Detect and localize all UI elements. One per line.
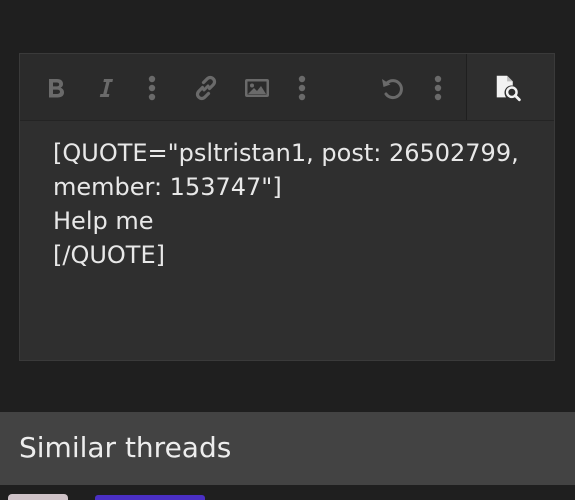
- link-icon[interactable]: [190, 72, 222, 104]
- preview-toggle[interactable]: [467, 54, 554, 120]
- content-line: [QUOTE="psltristan1, post: 26502799,: [53, 139, 519, 167]
- content-line: Help me: [53, 207, 154, 235]
- content-line: [/QUOTE]: [53, 241, 165, 269]
- thread-avatar[interactable]: [8, 494, 68, 500]
- similar-threads-title: Similar threads: [19, 431, 232, 464]
- message-editor: [QUOTE="psltristan1, post: 26502799, mem…: [19, 53, 555, 361]
- more-icon[interactable]: [422, 72, 454, 104]
- italic-icon[interactable]: [90, 72, 122, 104]
- image-icon[interactable]: [241, 72, 273, 104]
- preview-icon[interactable]: [493, 72, 525, 104]
- undo-icon[interactable]: [376, 72, 408, 104]
- editor-content[interactable]: [QUOTE="psltristan1, post: 26502799, mem…: [53, 136, 533, 272]
- thread-prefix-badge[interactable]: [95, 495, 205, 500]
- content-line: member: 153747"]: [53, 173, 282, 201]
- more-icon[interactable]: [286, 72, 318, 104]
- more-icon[interactable]: [136, 72, 168, 104]
- editor-toolbar: [20, 54, 554, 121]
- bold-icon[interactable]: [40, 72, 72, 104]
- similar-threads-header: Similar threads: [0, 412, 575, 485]
